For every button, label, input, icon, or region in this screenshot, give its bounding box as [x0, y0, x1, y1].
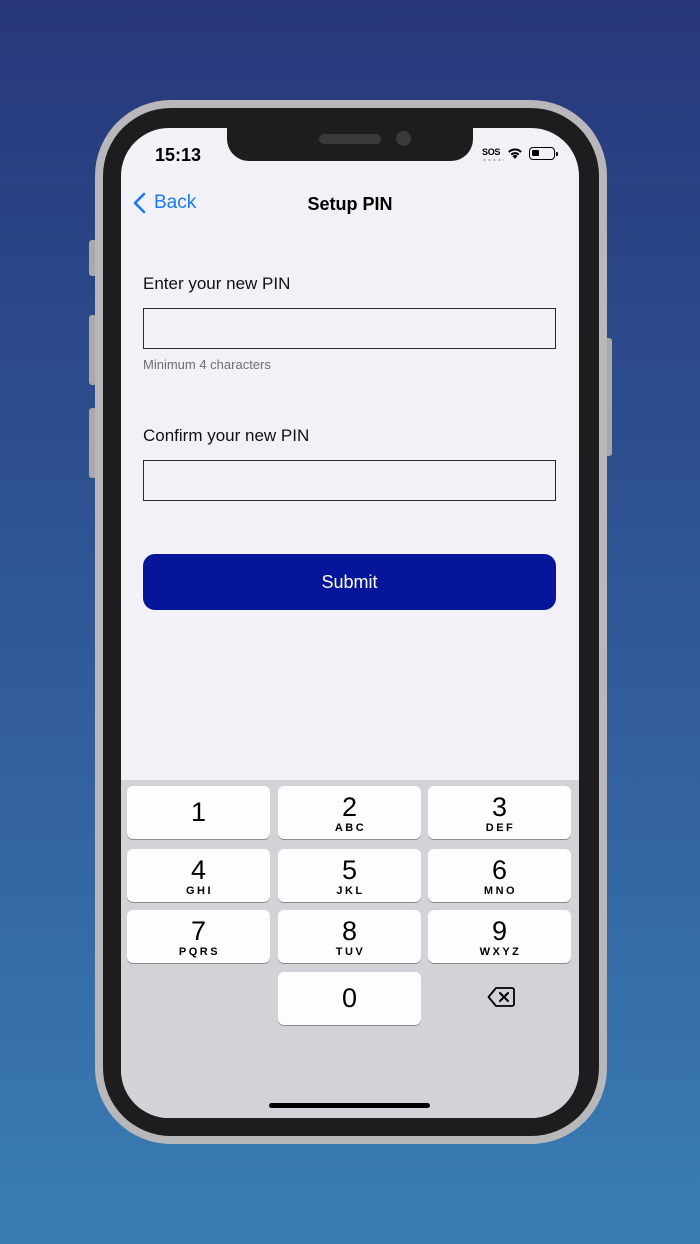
- key-letters: TUV: [335, 946, 366, 958]
- key-digit: 3: [491, 792, 508, 822]
- key-digit: 5: [341, 855, 358, 885]
- key-digit: 9: [491, 916, 508, 946]
- key-letters: DEF: [485, 822, 516, 834]
- backspace-icon[interactable]: [487, 985, 515, 1009]
- key-digit: 2: [341, 792, 358, 822]
- page-title: Setup PIN: [307, 194, 393, 214]
- battery-cap: [556, 152, 558, 156]
- new-pin-label: Enter your new PIN: [143, 274, 291, 293]
- notch: [227, 128, 473, 161]
- key-letters: WXYZ: [479, 946, 522, 958]
- key-7[interactable]: 7 PQRS: [127, 910, 270, 963]
- home-indicator[interactable]: [269, 1103, 430, 1108]
- key-digit: 7: [190, 916, 207, 946]
- key-letters: PQRS: [178, 946, 221, 958]
- sos-indicator: SOS: [482, 147, 501, 157]
- key-letters: JKL: [336, 885, 365, 897]
- key-letters: ABC: [334, 822, 367, 834]
- key-0[interactable]: 0: [278, 972, 421, 1025]
- signal-dots: [482, 158, 504, 162]
- key-5[interactable]: 5 JKL: [278, 849, 421, 902]
- key-6[interactable]: 6 MNO: [428, 849, 571, 902]
- key-digit: 0: [341, 983, 358, 1013]
- key-8[interactable]: 8 TUV: [278, 910, 421, 963]
- status-time: 15:13: [155, 145, 202, 165]
- confirm-pin-label: Confirm your new PIN: [143, 426, 310, 445]
- phone-screen: 15:13 SOS Back Setup PIN Enter your new …: [121, 128, 579, 1118]
- key-letters: MNO: [483, 885, 518, 897]
- key-1[interactable]: 1: [127, 786, 270, 839]
- key-9[interactable]: 9 WXYZ: [428, 910, 571, 963]
- key-letters: GHI: [185, 885, 214, 897]
- new-pin-input[interactable]: [143, 308, 556, 349]
- key-digit: 4: [190, 855, 207, 885]
- key-digit: 1: [190, 797, 207, 827]
- wifi-icon: [508, 148, 522, 159]
- front-camera: [396, 131, 411, 146]
- confirm-pin-input[interactable]: [143, 460, 556, 501]
- key-digit: 6: [491, 855, 508, 885]
- submit-button[interactable]: Submit: [143, 554, 556, 610]
- key-4[interactable]: 4 GHI: [127, 849, 270, 902]
- speaker: [319, 134, 381, 144]
- battery-icon: [529, 147, 555, 160]
- new-pin-hint: Minimum 4 characters: [143, 357, 271, 372]
- key-2[interactable]: 2 ABC: [278, 786, 421, 839]
- numeric-keypad: 1 2 ABC 3 DEF 4 GHI 5 JKL 6 MNO 7 PQRS 8…: [121, 780, 579, 1118]
- key-digit: 8: [341, 916, 358, 946]
- key-3[interactable]: 3 DEF: [428, 786, 571, 839]
